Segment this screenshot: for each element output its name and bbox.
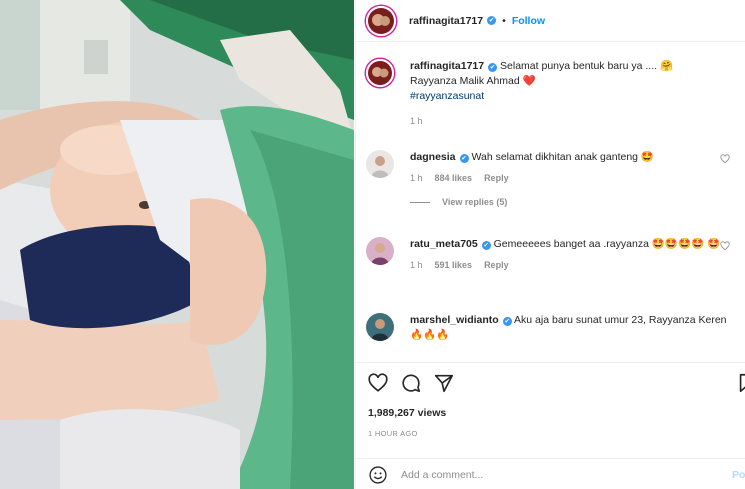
share-plane-icon[interactable] [433, 372, 455, 394]
comment-meta: 1 h 591 likes Reply [410, 260, 736, 270]
verified-badge-icon: ✔ [488, 63, 498, 72]
commenter-avatar[interactable] [366, 150, 394, 178]
caption-item: raffinagita1717 ✔ Selamat punya bentuk ba… [366, 59, 736, 126]
commenter-username[interactable]: marshel_widianto [410, 314, 499, 326]
comments-list[interactable]: raffinagita1717 ✔ Selamat punya bentuk ba… [356, 43, 745, 361]
comment-item: dagnesia ✔ Wah selamat dikhitan anak gant… [366, 150, 736, 207]
caption-line-2: Rayyanza Malik Ahmad ❤️ [410, 75, 536, 87]
verified-badge-icon: ✔ [487, 16, 497, 25]
comment-item: ratu_meta705 ✔ Gemeeeees banget aa .rayya… [366, 237, 736, 270]
comment-body: Wah selamat dikhitan anak ganteng 🤩 [471, 151, 654, 163]
like-heart-icon[interactable] [367, 372, 389, 394]
caption-meta: 1 h [410, 116, 736, 126]
comment-text: marshel_widianto ✔ Aku aja baru sunat umu… [410, 313, 736, 343]
verified-badge-icon: ✔ [502, 317, 512, 326]
author-username[interactable]: raffinagita1717 [409, 15, 483, 27]
replies-line [410, 201, 430, 203]
comment-like-icon[interactable] [720, 154, 730, 164]
save-bookmark-icon[interactable] [736, 372, 745, 394]
verified-badge-icon: ✔ [459, 154, 469, 163]
comment-item: marshel_widianto ✔ Aku aja baru sunat umu… [366, 313, 736, 343]
reply-button[interactable]: Reply [484, 260, 509, 270]
view-replies-label[interactable]: View replies (5) [442, 197, 507, 207]
commenter-username[interactable]: dagnesia [410, 151, 456, 163]
post-media-image[interactable] [0, 0, 354, 489]
comment-likes[interactable]: 884 likes [435, 173, 473, 183]
post-actions-bar: 1,989,267 views 1 HOUR AGO Add a comment… [356, 362, 745, 489]
comment-like-icon[interactable] [720, 241, 730, 251]
caption-avatar[interactable] [366, 59, 394, 87]
post-header: raffinagita1717 ✔ • Follow [356, 0, 745, 42]
comment-text: ratu_meta705 ✔ Gemeeeees banget aa .rayya… [410, 237, 736, 252]
comment-time: 1 h [410, 260, 423, 270]
follow-button[interactable]: Follow [512, 15, 545, 27]
verified-badge-icon: ✔ [481, 241, 491, 250]
commenter-avatar[interactable] [366, 313, 394, 341]
baby-photo-illustration [0, 0, 354, 489]
commenter-username[interactable]: ratu_meta705 [410, 238, 478, 250]
view-count[interactable]: 1,989,267 views [368, 407, 446, 419]
comment-text: dagnesia ✔ Wah selamat dikhitan anak gant… [410, 150, 736, 165]
caption-username[interactable]: raffinagita1717 [410, 60, 484, 72]
add-comment-bar: Add a comment... Po [356, 458, 745, 489]
view-replies-button[interactable]: View replies (5) [410, 197, 736, 207]
comment-input[interactable]: Add a comment... [401, 469, 483, 481]
emoji-smile-icon[interactable] [368, 465, 388, 485]
comment-likes[interactable]: 591 likes [435, 260, 473, 270]
hashtag-link[interactable]: #rayyanzasunat [410, 90, 484, 102]
comment-meta: 1 h 884 likes Reply [410, 173, 736, 183]
reply-button[interactable]: Reply [484, 173, 509, 183]
comment-bubble-icon[interactable] [400, 372, 422, 394]
caption-line-1: Selamat punya bentuk baru ya .... 🤗 [500, 60, 674, 72]
comment-time: 1 h [410, 173, 423, 183]
post-timestamp: 1 HOUR AGO [368, 429, 418, 438]
caption-time: 1 h [410, 116, 423, 126]
post-side-panel: raffinagita1717 ✔ • Follow raffinagita17… [355, 0, 745, 489]
comment-body: Gemeeeees banget aa .rayyanza 🤩🤩🤩🤩 🤩 [493, 238, 721, 250]
separator-dot: • [502, 14, 506, 27]
post-comment-button[interactable]: Po [732, 469, 745, 481]
author-avatar[interactable] [366, 5, 396, 36]
commenter-avatar[interactable] [366, 237, 394, 265]
caption-text: raffinagita1717 ✔ Selamat punya bentuk ba… [410, 59, 736, 104]
